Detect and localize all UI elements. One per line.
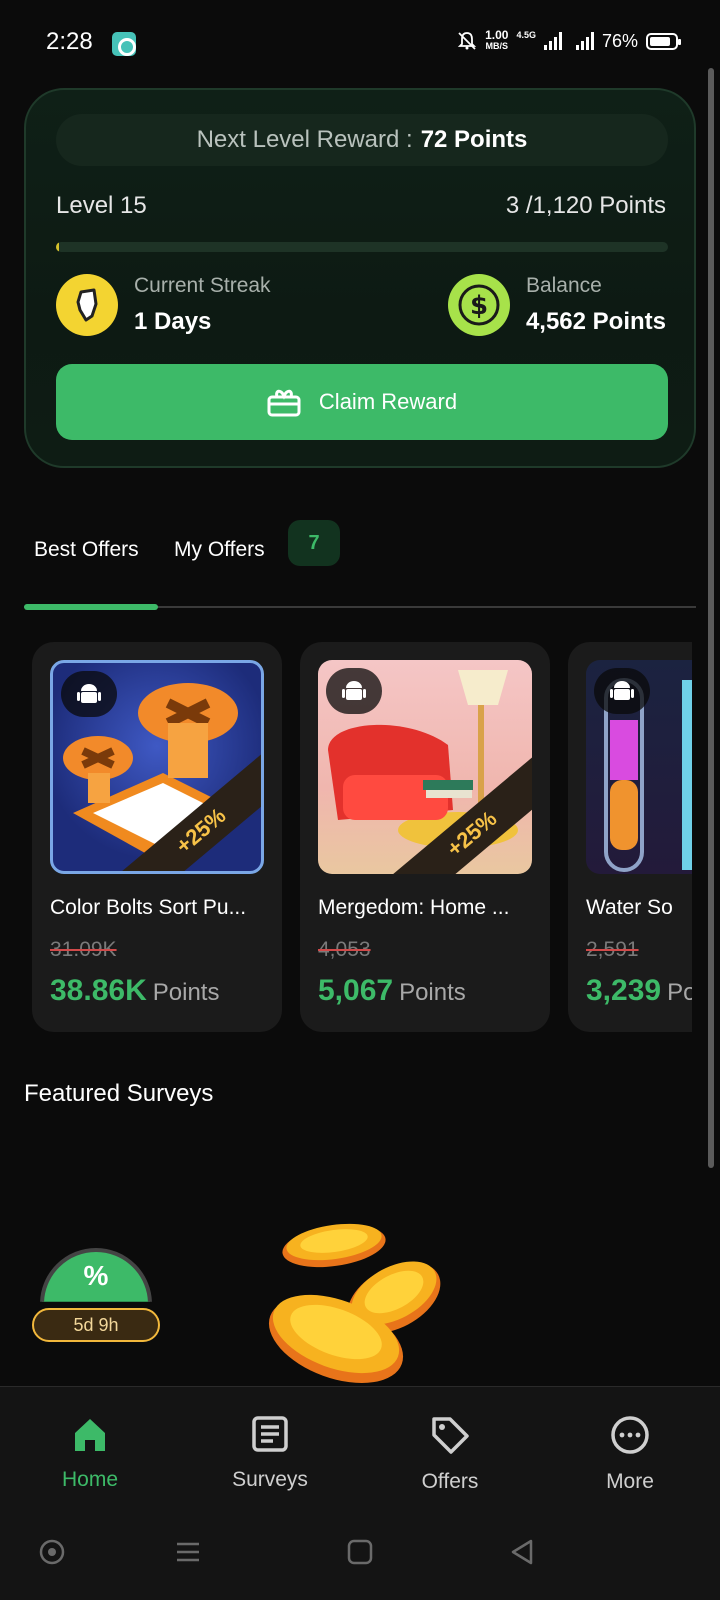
survey-list-icon xyxy=(252,1416,288,1452)
home-button-icon[interactable] xyxy=(346,1538,374,1566)
offer-image: +25% xyxy=(50,660,264,874)
net-speed-unit: MB/S xyxy=(485,41,509,51)
offer-new-points: 38.86K xyxy=(50,974,147,1007)
battery-percent: 76% xyxy=(601,30,638,51)
offer-card[interactable]: Water So 2,591 3,239Points xyxy=(568,642,692,1032)
balance: $ Balance 4,562 Points xyxy=(447,274,666,336)
offer-new-points: 3,239 xyxy=(586,974,662,1007)
svg-text:$: $ xyxy=(470,291,488,321)
offer-title: Color Bolts Sort Pu... xyxy=(50,896,247,919)
battery-icon xyxy=(646,32,681,50)
offer-old-points: 31.09K xyxy=(50,938,117,961)
balance-value: 4,562 Points xyxy=(525,308,666,335)
nav-surveys-label: Surveys xyxy=(232,1468,308,1491)
system-navigation-bar xyxy=(0,1508,720,1600)
page-scrollbar[interactable] xyxy=(708,68,714,1168)
nav-home[interactable]: Home xyxy=(20,1415,160,1492)
promo-timer: 5d 9h xyxy=(32,1308,160,1342)
offer-title: Mergedom: Home ... xyxy=(318,896,510,919)
offer-points: 5,067 Points xyxy=(318,974,466,1008)
status-bar: 2:28 1.00 MB/S 4.5G 76% xyxy=(0,0,720,90)
next-level-prefix: Next Level Reward : xyxy=(196,126,413,153)
claim-reward-label: Claim Reward xyxy=(318,389,458,414)
reward-card: Next Level Reward : 72 Points Level 15 3… xyxy=(24,88,696,468)
percent-icon: % xyxy=(83,1260,109,1291)
offer-points-unit: Points xyxy=(152,979,220,1006)
next-level-value: 72 Points xyxy=(420,126,528,153)
signal-2-icon xyxy=(575,32,594,50)
recent-apps-icon[interactable] xyxy=(174,1538,202,1566)
nav-home-label: Home xyxy=(61,1468,119,1491)
dollar-icon: $ xyxy=(447,274,510,336)
offer-points-unit: Points xyxy=(667,979,692,1006)
more-icon xyxy=(611,1416,649,1454)
level-label: Level 15 xyxy=(56,192,147,219)
offer-old-points: 2,591 xyxy=(586,938,639,961)
nav-offers-label: Offers xyxy=(421,1470,479,1493)
tab-best-offers[interactable]: Best Offers xyxy=(34,538,139,562)
back-icon[interactable] xyxy=(508,1538,536,1566)
tab-my-offers[interactable]: My Offers xyxy=(174,538,265,562)
offer-old-points: 4,053 xyxy=(318,938,371,961)
offer-new-points: 5,067 xyxy=(318,974,394,1007)
level-progress-fill xyxy=(56,242,60,252)
coins-illustration xyxy=(268,1223,441,1383)
status-time: 2:28 xyxy=(46,28,93,55)
level-points: 3 /1,120 Points xyxy=(505,192,666,219)
android-icon xyxy=(326,668,382,714)
promo-badge[interactable]: % 5d 9h xyxy=(32,1248,160,1348)
mute-bell-icon xyxy=(457,32,477,50)
nav-more[interactable]: More xyxy=(560,1415,700,1494)
offer-points: 3,239Points xyxy=(586,974,692,1008)
next-level-reward: Next Level Reward : 72 Points xyxy=(56,114,668,166)
offers-carousel[interactable]: +25% Color Bolts Sort Pu... 31.09K 38.86… xyxy=(0,642,692,1032)
streak-label: Current Streak xyxy=(134,274,271,297)
bottom-navigation: Home Surveys Offers More xyxy=(0,1386,720,1508)
android-icon xyxy=(61,671,117,717)
nav-more-label: More xyxy=(606,1470,654,1493)
offer-image: +25% xyxy=(318,660,532,874)
offer-card[interactable]: +25% Mergedom: Home ... 4,053 5,067 Point… xyxy=(300,642,550,1032)
tag-icon xyxy=(432,1417,469,1454)
android-icon xyxy=(594,668,650,714)
offer-card[interactable]: +25% Color Bolts Sort Pu... 31.09K 38.86… xyxy=(32,642,282,1032)
nav-surveys[interactable]: Surveys xyxy=(200,1415,340,1492)
current-streak: Current Streak 1 Days xyxy=(56,274,271,336)
active-tab-indicator xyxy=(24,604,158,610)
my-offers-count-badge: 7 xyxy=(288,520,340,566)
net-type: 4.5G xyxy=(516,30,536,40)
offer-points-unit: Points xyxy=(399,979,466,1006)
gift-icon xyxy=(267,389,301,417)
signal-1-icon xyxy=(543,32,562,50)
balance-label: Balance xyxy=(525,274,602,297)
featured-surveys-title: Featured Surveys xyxy=(24,1080,214,1107)
offer-image xyxy=(586,660,692,874)
assistant-icon[interactable] xyxy=(38,1538,66,1566)
home-icon xyxy=(75,1419,105,1451)
app-notification-icon xyxy=(112,32,136,56)
net-speed: 1.00 MB/S xyxy=(485,28,509,52)
claim-reward-button[interactable]: Claim Reward xyxy=(56,364,668,440)
level-progress-bar xyxy=(56,242,668,252)
net-speed-value: 1.00 xyxy=(485,28,509,42)
offer-tabs: Best Offers My Offers 7 xyxy=(24,520,696,610)
nav-offers[interactable]: Offers xyxy=(380,1415,520,1494)
offer-points: 38.86K Points xyxy=(50,974,219,1008)
streak-value: 1 Days xyxy=(134,308,212,335)
offer-title: Water So xyxy=(586,896,673,919)
streak-icon xyxy=(56,274,118,336)
status-indicators: 1.00 MB/S 4.5G 76% xyxy=(457,28,681,52)
